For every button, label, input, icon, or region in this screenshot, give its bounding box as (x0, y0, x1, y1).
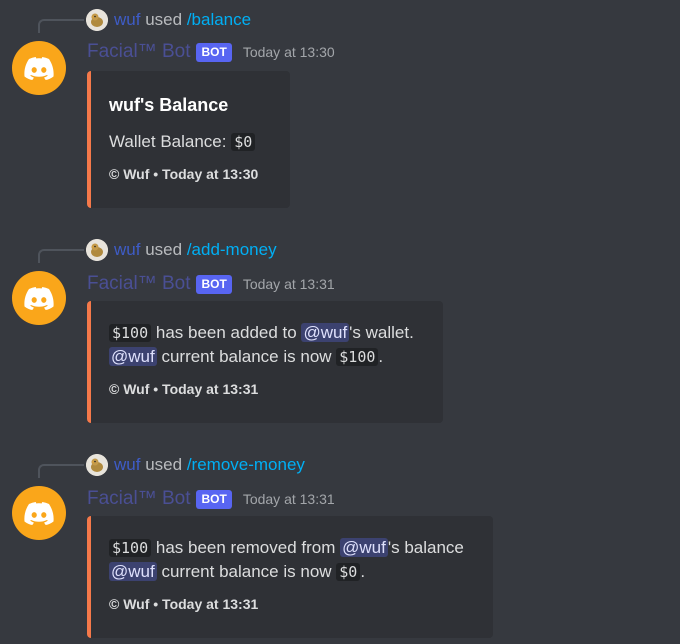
embed-footer: © Wuf • Today at 13:31 (109, 381, 259, 397)
user-mention[interactable]: @wuf (301, 323, 350, 342)
reply-context: wuf used /add-money (114, 240, 277, 260)
author-name[interactable]: Facial™ Bot (87, 273, 190, 295)
wallet-balance-label: Wallet Balance: (109, 132, 227, 151)
duck-avatar-icon (86, 239, 108, 261)
description-text: has been added to (155, 323, 297, 342)
embed-description: Wallet Balance: $0 (109, 130, 274, 154)
bot-avatar[interactable] (12, 41, 66, 95)
description-text: 's wallet. (349, 323, 414, 342)
reply-connector (38, 19, 84, 33)
description-text: current balance is now (161, 562, 332, 581)
amount-code: $100 (109, 324, 152, 342)
timestamp[interactable]: Today at 13:30 (243, 44, 335, 60)
bot-tag: BOT (196, 489, 232, 509)
timestamp[interactable]: Today at 13:31 (243, 491, 335, 507)
author-name[interactable]: Facial™ Bot (87, 488, 190, 510)
bot-avatar[interactable] (12, 271, 66, 325)
embed-footer: © Wuf • Today at 13:30 (109, 166, 259, 182)
embed-footer: © Wuf • Today at 13:31 (109, 596, 259, 612)
bot-tag: BOT (196, 274, 232, 294)
amount-code: $100 (109, 539, 152, 557)
user-avatar[interactable] (86, 454, 108, 476)
description-text: has been removed from (155, 538, 336, 557)
bot-avatar[interactable] (12, 486, 66, 540)
embed-description: $100 has been removed from @wuf's balanc… (109, 536, 477, 584)
reply-command[interactable]: /add-money (187, 240, 277, 259)
reply-used-label: used (145, 240, 183, 259)
reply-used-label: used (145, 455, 183, 474)
embed-title: wuf's Balance (109, 95, 229, 115)
bot-tag: BOT (196, 42, 232, 62)
description-text: 's balance (387, 538, 464, 557)
discord-logo-icon (24, 502, 54, 525)
user-avatar[interactable] (86, 9, 108, 31)
message-header: Facial™ Bot BOT Today at 13:31 (87, 273, 335, 295)
message-header: Facial™ Bot BOT Today at 13:30 (87, 41, 335, 63)
reply-context: wuf used /balance (114, 10, 251, 30)
balance-code: $0 (336, 563, 361, 581)
description-text: . (360, 562, 366, 581)
timestamp[interactable]: Today at 13:31 (243, 276, 335, 292)
user-mention[interactable]: @wuf (340, 538, 388, 557)
reply-used-label: used (145, 10, 183, 29)
chat-log: wuf used /balance Facial™ Bot BOT Today … (0, 0, 680, 644)
reply-command[interactable]: /balance (187, 10, 251, 29)
reply-username[interactable]: wuf (114, 240, 140, 259)
embed: $100 has been added to @wuf's wallet. @w… (87, 301, 443, 423)
duck-avatar-icon (86, 9, 108, 31)
reply-username[interactable]: wuf (114, 10, 140, 29)
user-mention[interactable]: @wuf (109, 347, 157, 366)
duck-avatar-icon (86, 454, 108, 476)
embed-description: $100 has been added to @wuf's wallet. @w… (109, 321, 427, 369)
embed: wuf's Balance Wallet Balance: $0 © Wuf •… (87, 71, 290, 208)
embed: $100 has been removed from @wuf's balanc… (87, 516, 493, 638)
message-header: Facial™ Bot BOT Today at 13:31 (87, 488, 335, 510)
reply-username[interactable]: wuf (114, 455, 140, 474)
discord-logo-icon (24, 287, 54, 310)
reply-connector (38, 249, 84, 263)
user-avatar[interactable] (86, 239, 108, 261)
wallet-balance-value: $0 (231, 133, 256, 151)
balance-code: $100 (336, 348, 379, 366)
author-name[interactable]: Facial™ Bot (87, 41, 190, 63)
reply-command[interactable]: /remove-money (187, 455, 305, 474)
user-mention[interactable]: @wuf (109, 562, 157, 581)
reply-connector (38, 464, 84, 478)
reply-context: wuf used /remove-money (114, 455, 305, 475)
discord-logo-icon (24, 57, 54, 80)
description-text: . (378, 347, 384, 366)
description-text: current balance is now (161, 347, 332, 366)
